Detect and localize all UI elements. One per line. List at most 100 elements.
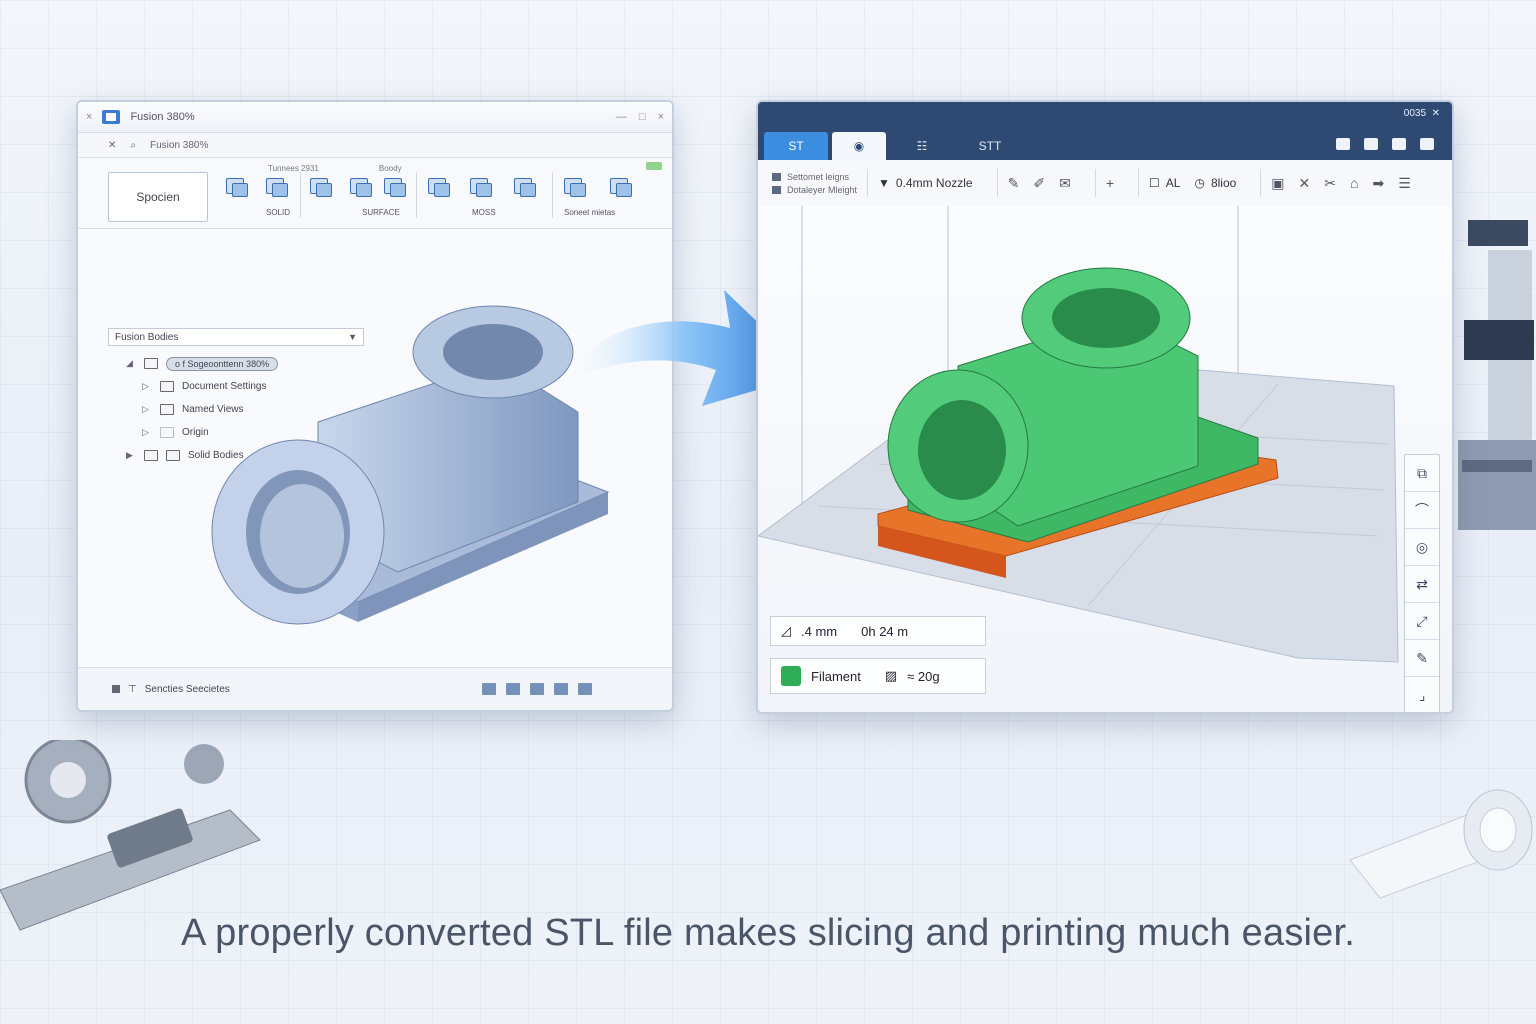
- menu-icon[interactable]: ☰: [1398, 175, 1411, 192]
- layer-icon: [772, 185, 781, 194]
- cad-ribbon: Tunnees 2931 Boody Spocien SOLID SURFACE…: [78, 158, 672, 229]
- trim-tool-icon[interactable]: [384, 178, 406, 198]
- ribbon-group-label: SOLID: [266, 208, 291, 217]
- timeline-step-icon[interactable]: [578, 683, 592, 695]
- paint-icon[interactable]: ✎: [1405, 640, 1439, 677]
- collapse-icon[interactable]: ◢: [126, 358, 136, 369]
- cut-icon[interactable]: ✂: [1324, 175, 1336, 192]
- fusion-logo-icon: [102, 110, 121, 124]
- close-icon[interactable]: ×: [86, 111, 92, 123]
- sketch-tool-icon[interactable]: [226, 178, 248, 198]
- layer-height-setting[interactable]: Settomet leigns Dotaleyer Mleight: [772, 172, 857, 195]
- cad-model-render: [211, 305, 610, 625]
- filament-icon: [781, 666, 801, 686]
- browser-dropdown-label: Fusion Bodies: [115, 331, 179, 343]
- box-tool-icon[interactable]: [310, 178, 332, 198]
- ribbon-top-label: Boody: [378, 164, 402, 173]
- lock-icon[interactable]: ⌂: [1350, 175, 1358, 191]
- filament-info: Filament ▨ ≈ 20g: [770, 658, 986, 694]
- layer-height-sub-label: Dotaleyer Mleight: [787, 184, 858, 195]
- utility-tool-icon[interactable]: [610, 178, 632, 198]
- cad-titlebar: × Fusion 380% — □ ×: [78, 102, 672, 133]
- inspect-tool-icon[interactable]: [514, 178, 536, 198]
- tab-close-icon[interactable]: ✕: [108, 140, 116, 151]
- mesh-edit-icon[interactable]: [470, 178, 492, 198]
- cad-tabbar: ✕ ⌕ Fusion 380%: [78, 133, 672, 158]
- slice-label: 8lioo: [1210, 176, 1237, 190]
- search-icon[interactable]: ⌕: [130, 140, 136, 151]
- view-icon[interactable]: ◎: [1405, 529, 1439, 566]
- cad-tab-title[interactable]: Fusion 380%: [150, 140, 208, 151]
- window-close-icon[interactable]: ×: [658, 111, 664, 123]
- expand-icon[interactable]: ▷: [142, 404, 152, 415]
- mesh-tool-icon[interactable]: [428, 178, 450, 198]
- maximize-icon[interactable]: □: [639, 111, 646, 123]
- timeline-step-icon[interactable]: [530, 683, 544, 695]
- caption-text: A properly converted STL file makes slic…: [180, 912, 1356, 954]
- nozzle-setting[interactable]: ▼ 0.4mm Nozzle: [878, 176, 973, 190]
- folder-icon: [166, 450, 180, 461]
- slice-button[interactable]: ◷ 8lioo: [1194, 176, 1236, 190]
- printer-hardware-decoration: [1458, 220, 1536, 530]
- support-icon[interactable]: ⌟: [1405, 677, 1439, 712]
- check-icon[interactable]: [1336, 138, 1350, 150]
- expand-icon[interactable]: ▷: [142, 381, 152, 392]
- expand-icon[interactable]: ▷: [142, 427, 152, 438]
- timeline-step-icon[interactable]: [482, 683, 496, 695]
- expand-icon[interactable]: ▶: [126, 450, 136, 461]
- assemble-tool-icon[interactable]: [564, 178, 586, 198]
- clock-icon: ◷: [1194, 176, 1205, 190]
- slicer-window: 0035 ✕ ST ◉ ☷ STT Settomet leigns Dotale…: [756, 100, 1454, 714]
- tab-stt[interactable]: STT: [958, 132, 1022, 160]
- home-icon: [144, 358, 158, 369]
- extrude-tool-icon[interactable]: [266, 178, 288, 198]
- save-icon[interactable]: [1364, 138, 1378, 150]
- timeline-step-icon[interactable]: [506, 683, 520, 695]
- layer-icon: ◿: [781, 623, 791, 638]
- export-icon[interactable]: ➡: [1372, 175, 1384, 192]
- pencil-icon[interactable]: ✎: [1008, 175, 1020, 192]
- timeline-step-icon[interactable]: [554, 683, 568, 695]
- arc-icon[interactable]: ⌒: [1405, 492, 1439, 529]
- eraser-icon[interactable]: ✐: [1033, 175, 1045, 192]
- mail-icon[interactable]: ✉: [1059, 175, 1071, 192]
- folder-icon: [160, 427, 174, 438]
- slicer-tabs: ST ◉ ☷ STT: [758, 128, 1452, 160]
- nozzle-icon: ▼: [878, 176, 890, 190]
- minimize-icon[interactable]: —: [616, 111, 627, 123]
- patch-tool-icon[interactable]: [350, 178, 372, 198]
- slicer-toolbar: Settomet leigns Dotaleyer Mleight ▼ 0.4m…: [758, 160, 1452, 207]
- settings-icon[interactable]: [1420, 138, 1434, 150]
- print-icon[interactable]: [1392, 138, 1406, 150]
- window-close-icon[interactable]: ✕: [1432, 108, 1440, 119]
- tab-preview-icon[interactable]: ☷: [890, 132, 954, 160]
- scale-icon[interactable]: ⤢: [1405, 603, 1439, 640]
- status-indicator: [646, 162, 662, 170]
- bodies-icon: [144, 450, 158, 461]
- select-button[interactable]: Spocien: [108, 172, 208, 222]
- auto-label: AL: [1165, 176, 1181, 190]
- folder-icon: [160, 381, 174, 392]
- layer-icon: [772, 172, 781, 181]
- close-icon[interactable]: ✕: [1299, 175, 1311, 192]
- tab-st[interactable]: ST: [764, 132, 828, 160]
- layer-height-label: Settomet leigns: [787, 171, 850, 182]
- auto-arrange-button[interactable]: ☐ AL: [1149, 176, 1180, 190]
- ribbon-group-label: SURFACE: [362, 208, 400, 217]
- caliper-gears-decoration: [0, 740, 261, 931]
- layer-time-info: ◿ .4 mm 0h 24 m: [770, 616, 986, 646]
- timeline-icon[interactable]: [112, 685, 120, 693]
- slicer-viewport[interactable]: ◿ .4 mm 0h 24 m Filament ▨ ≈ 20g: [758, 206, 1452, 712]
- ribbon-group-label: Soneet mietas: [564, 208, 616, 217]
- side-toolbar: ⧉ ⌒ ◎ ⇄ ⤢ ✎ ⌟: [1404, 454, 1440, 712]
- filament-amount: ≈ 20g: [907, 668, 940, 684]
- move-icon[interactable]: ⇄: [1405, 566, 1439, 603]
- footer-label: Sencties Seecietes: [144, 683, 230, 695]
- tab-prepare-icon[interactable]: ◉: [832, 132, 886, 160]
- copy-icon[interactable]: ⧉: [1405, 455, 1439, 492]
- layers-icon[interactable]: ▣: [1271, 175, 1284, 192]
- nozzle-label: 0.4mm Nozzle: [895, 176, 973, 190]
- layer-value: .4 mm: [801, 623, 838, 639]
- add-icon[interactable]: +: [1106, 175, 1114, 191]
- footer-pin-icon[interactable]: ⊤: [128, 684, 137, 695]
